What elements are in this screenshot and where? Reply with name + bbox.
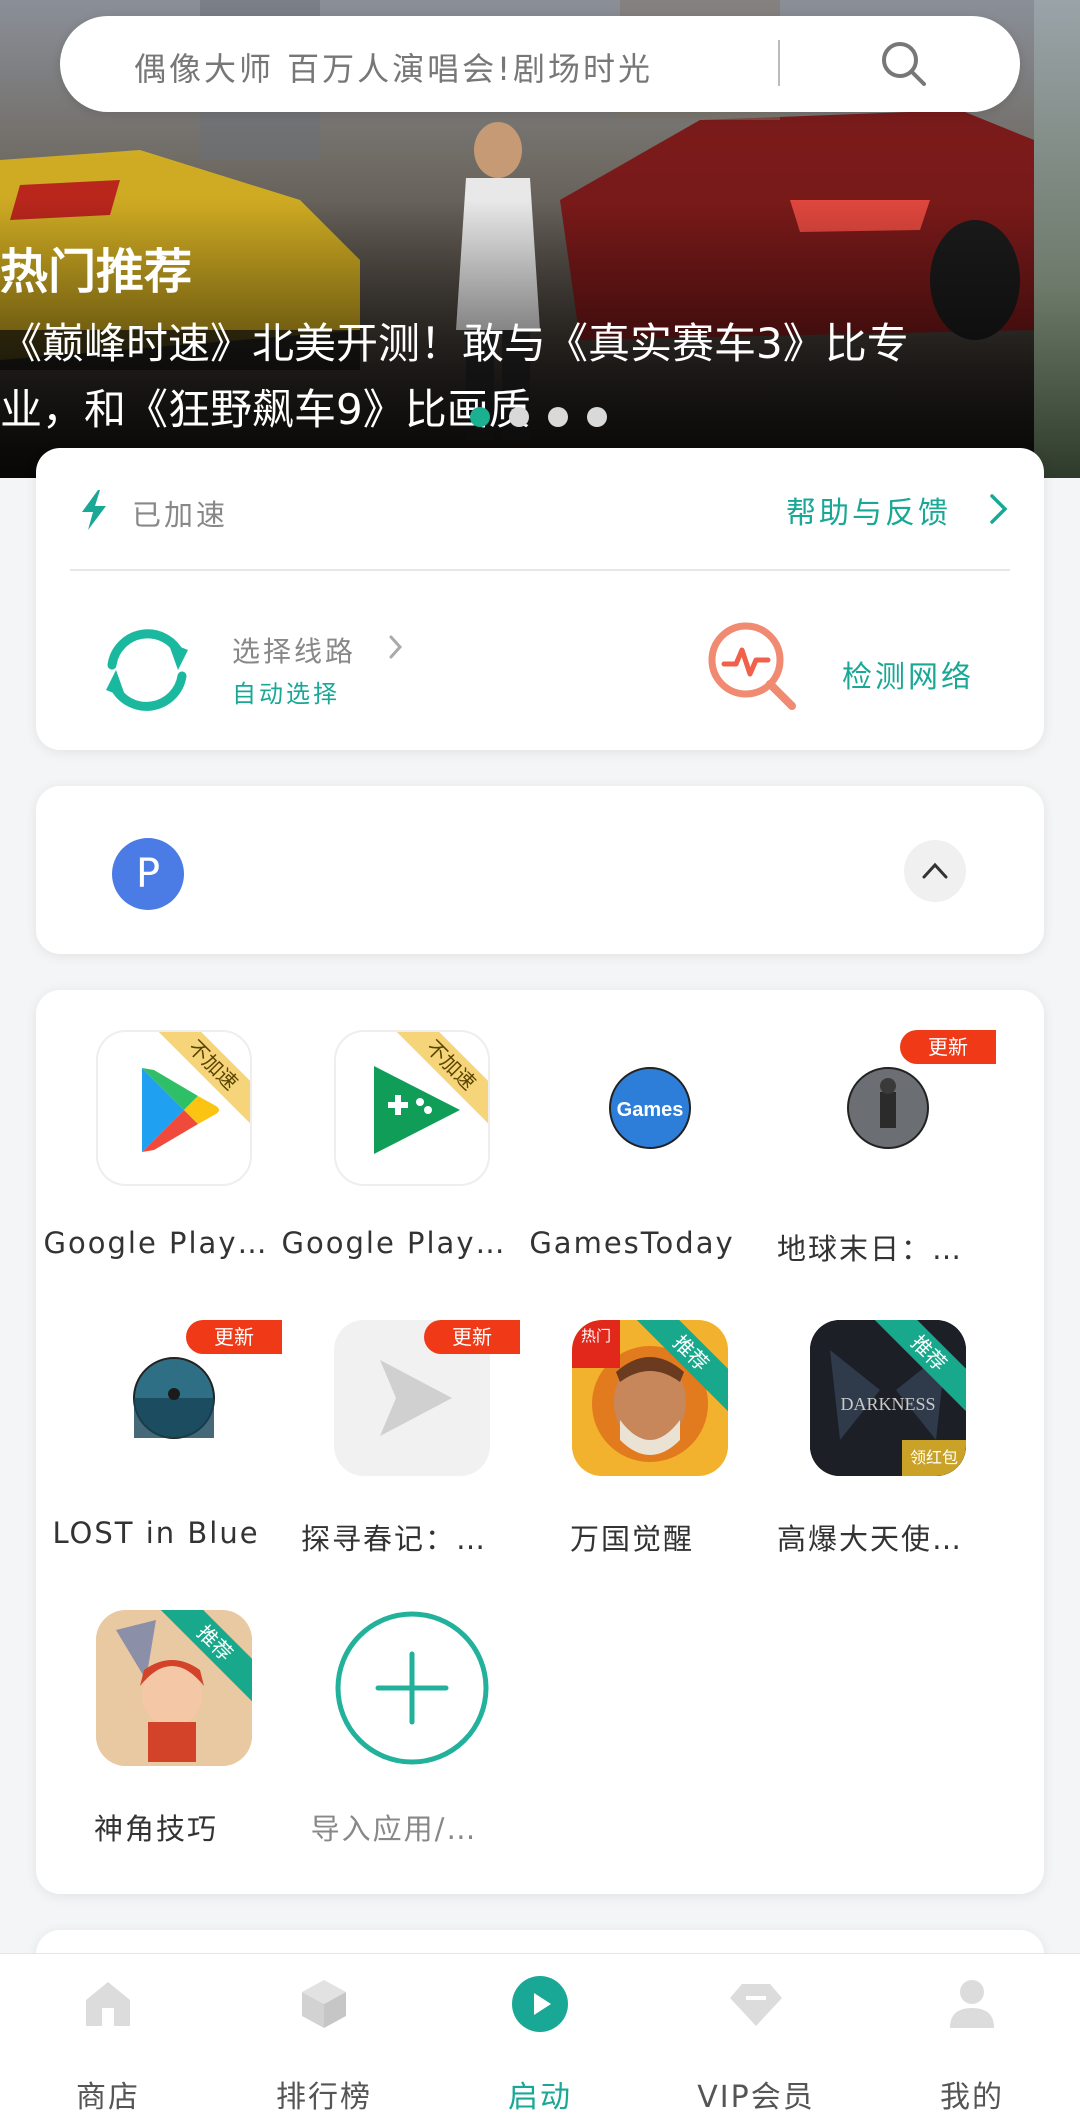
rise-of-kingdoms-icon: 热门 推荐	[572, 1320, 728, 1476]
game-account-card: P	[36, 786, 1044, 954]
darkness-icon: DARKNESS 推荐 领红包	[810, 1320, 966, 1476]
nav-label: 排行榜	[276, 2080, 372, 2115]
nav-store[interactable]: 商店	[0, 1954, 216, 2123]
route-value[interactable]: 自动选择	[232, 674, 340, 709]
shenjiao-icon: 推荐	[96, 1610, 252, 1766]
banner-title: 热门推荐	[0, 244, 193, 300]
chevron-right-icon[interactable]	[988, 492, 1010, 526]
search-caret	[778, 40, 780, 86]
lost-in-blue-icon: 更新	[96, 1320, 282, 1476]
network-check-button[interactable]: 检测网络	[842, 652, 974, 696]
nav-label: 启动	[508, 2080, 572, 2115]
nav-mine[interactable]: 我的	[864, 1954, 1080, 2123]
hot-badge: 热门	[572, 1320, 620, 1368]
placeholder-play-icon: 更新	[334, 1320, 520, 1476]
banner-next-slide-peek	[1034, 0, 1080, 478]
recommend-badge: 推荐	[866, 1320, 966, 1417]
divider	[70, 569, 1010, 571]
avatar[interactable]: P	[112, 838, 184, 910]
banner-pagination	[470, 407, 607, 427]
app-name: 万国觉醒	[569, 1522, 694, 1556]
app-name: GamesToday	[529, 1226, 735, 1260]
user-icon	[950, 1980, 994, 2028]
nav-launch[interactable]: 启动	[432, 1954, 648, 2123]
select-route-label[interactable]: 选择线路	[232, 630, 356, 670]
add-app-icon[interactable]	[334, 1610, 490, 1766]
collapse-button[interactable]	[904, 840, 966, 902]
search-placeholder: 偶像大师 百万人演唱会!剧场时光	[134, 50, 654, 88]
search-icon[interactable]	[878, 38, 930, 90]
app-name: Google Play…	[281, 1226, 507, 1260]
google-play-games-icon: 不加速	[334, 1030, 490, 1186]
gamestoday-icon: Games	[572, 1030, 728, 1186]
accelerator-card: 已加速 帮助与反馈 选择线路 自动选择 检测网络	[36, 448, 1044, 750]
app-name: LOST in Blue	[52, 1516, 260, 1550]
lightning-bolt-icon	[82, 490, 106, 530]
nav-label: 我的	[940, 2080, 1004, 2115]
banner-dot[interactable]	[509, 407, 529, 427]
update-badge: 更新	[900, 1030, 996, 1064]
bottom-navigation: 商店 排行榜 启动 VIP会员 我的	[0, 1953, 1080, 2123]
play-circle-icon	[512, 1976, 568, 2032]
recommend-badge: 推荐	[628, 1320, 728, 1417]
update-badge: 更新	[424, 1320, 520, 1354]
update-badge: 更新	[186, 1320, 282, 1354]
diamond-icon	[730, 1984, 782, 2026]
banner-subtitle-line-2: 业，和《狂野飙车9》比画质	[0, 385, 531, 434]
refresh-route-icon[interactable]	[92, 620, 202, 720]
banner-dot-active[interactable]	[470, 407, 490, 427]
network-check-icon[interactable]	[706, 620, 798, 712]
app-name: 高爆大天使…	[776, 1522, 963, 1556]
no-accel-badge: 不加速	[388, 1032, 488, 1129]
installed-apps-grid: 不加速 Google Play… 不加速 Google Play… Games …	[36, 990, 1044, 1894]
acceleration-status: 已加速	[132, 498, 229, 532]
banner-subtitle-line-1: 《巅峰时速》北美开测！敢与《真实赛车3》比专	[0, 319, 909, 368]
banner-dot[interactable]	[548, 407, 568, 427]
nav-ranking[interactable]: 排行榜	[216, 1954, 432, 2123]
app-name: 导入应用/…	[310, 1812, 478, 1846]
nav-label: VIP会员	[697, 2080, 815, 2115]
no-accel-badge: 不加速	[150, 1032, 250, 1129]
cube-icon	[302, 1980, 346, 2028]
help-feedback-link[interactable]: 帮助与反馈	[786, 488, 951, 532]
banner-dot[interactable]	[587, 407, 607, 427]
app-name: 地球末日：…	[776, 1232, 963, 1266]
google-play-store-icon: 不加速	[96, 1030, 252, 1186]
chevron-right-icon[interactable]	[388, 634, 404, 660]
app-name: 神角技巧	[93, 1812, 218, 1846]
app-name: 探寻春记：…	[300, 1522, 487, 1556]
last-day-on-earth-icon: 更新	[810, 1030, 996, 1186]
red-packet-badge: 领红包	[902, 1440, 966, 1476]
svg-text:Games: Games	[617, 1099, 684, 1121]
store-icon	[86, 1982, 130, 2026]
recommend-badge: 推荐	[152, 1610, 252, 1707]
nav-label: 商店	[76, 2080, 140, 2115]
app-name: Google Play…	[43, 1226, 269, 1260]
nav-vip[interactable]: VIP会员	[648, 1954, 864, 2123]
chevron-up-icon	[922, 862, 948, 879]
hero-banner[interactable]: 偶像大师 百万人演唱会!剧场时光 热门推荐 《巅峰时速》北美开测！敢与《真实赛车…	[0, 0, 1080, 478]
search-bar[interactable]: 偶像大师 百万人演唱会!剧场时光	[60, 16, 1020, 112]
